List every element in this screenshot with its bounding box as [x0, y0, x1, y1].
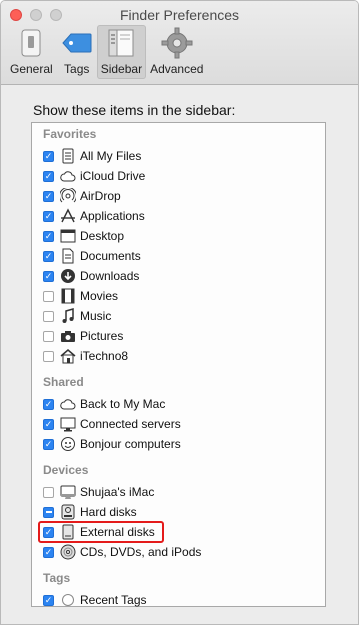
- title-bar: Finder Preferences General Tags Sidebar …: [1, 1, 358, 85]
- sidebar-option-hard-disks[interactable]: Hard disks: [43, 502, 313, 522]
- tab-general-label: General: [10, 62, 53, 76]
- section-title-shared: Shared: [43, 375, 84, 389]
- tag-circle-icon: [60, 592, 76, 608]
- tab-tags-label: Tags: [64, 62, 90, 76]
- sidebar-option-pictures[interactable]: Pictures: [43, 326, 313, 346]
- imac-icon: [60, 484, 76, 500]
- tab-sidebar[interactable]: Sidebar: [96, 25, 147, 79]
- bonjour-icon: [60, 436, 76, 452]
- checkbox-recent-tags[interactable]: ✓: [43, 594, 54, 606]
- tag-icon: [61, 27, 93, 59]
- sidebar-option-shujaa-s-imac[interactable]: Shujaa's iMac: [43, 482, 313, 502]
- gear-icon: [161, 27, 193, 59]
- checkbox-desktop[interactable]: ✓: [43, 230, 54, 242]
- cloud-icon: [60, 396, 76, 412]
- option-label: All My Files: [80, 149, 142, 163]
- checkbox-downloads[interactable]: ✓: [43, 270, 54, 282]
- sidebar-icon: [105, 27, 137, 59]
- checkbox-all-my-files[interactable]: ✓: [43, 150, 54, 162]
- sidebar-option-back-to-my-mac[interactable]: ✓ Back to My Mac: [43, 394, 313, 414]
- option-label: Music: [80, 309, 112, 323]
- sidebar-items-list[interactable]: Favorites ✓ All My Files ✓ iCloud Drive ✓ AirD…: [31, 122, 326, 607]
- cd-icon: [60, 544, 76, 560]
- hard-disk-icon: [60, 504, 76, 520]
- option-label: Desktop: [80, 229, 125, 243]
- sidebar-option-cds-dvds-and-ipods[interactable]: ✓ CDs, DVDs, and iPods: [43, 542, 313, 562]
- airdrop-icon: [60, 188, 76, 204]
- checkbox-cds-dvds-and-ipods[interactable]: ✓: [43, 546, 54, 558]
- option-label: iCloud Drive: [80, 169, 146, 183]
- option-label: Applications: [80, 209, 145, 223]
- checkbox-connected-servers[interactable]: ✓: [43, 418, 54, 430]
- section-title-favorites: Favorites: [43, 127, 97, 141]
- section-title-devices: Devices: [43, 463, 89, 477]
- option-label: Bonjour computers: [80, 437, 181, 451]
- tab-advanced-label: Advanced: [150, 62, 204, 76]
- checkbox-icloud-drive[interactable]: ✓: [43, 170, 54, 182]
- sidebar-option-desktop[interactable]: ✓ Desktop: [43, 226, 313, 246]
- option-label: Downloads: [80, 269, 140, 283]
- checkbox-airdrop[interactable]: ✓: [43, 190, 54, 202]
- option-label: Documents: [80, 249, 141, 263]
- checkbox-applications[interactable]: ✓: [43, 210, 54, 222]
- all-files-icon: [60, 148, 76, 164]
- downloads-icon: [60, 268, 76, 284]
- checkbox-bonjour-computers[interactable]: ✓: [43, 438, 54, 450]
- checkbox-hard-disks[interactable]: [43, 506, 54, 518]
- home-icon: [60, 348, 76, 364]
- pane-heading: Show these items in the sidebar:: [33, 102, 236, 118]
- option-label: Connected servers: [80, 417, 181, 431]
- window-title: Finder Preferences: [119, 7, 240, 23]
- option-label: iTechno8: [80, 349, 129, 363]
- option-label: Movies: [80, 289, 119, 303]
- section-title-tags: Tags: [43, 571, 71, 585]
- option-label: Back to My Mac: [80, 397, 166, 411]
- checkbox-shujaa-s-imac[interactable]: [43, 486, 54, 498]
- general-icon: [15, 27, 47, 59]
- highlight-box: [38, 521, 164, 543]
- sidebar-option-icloud-drive[interactable]: ✓ iCloud Drive: [43, 166, 313, 186]
- finder-preferences-window: Finder Preferences General Tags Sidebar …: [0, 0, 359, 625]
- sidebar-option-movies[interactable]: Movies: [43, 286, 313, 306]
- checkbox-back-to-my-mac[interactable]: ✓: [43, 398, 54, 410]
- option-label: CDs, DVDs, and iPods: [80, 545, 202, 559]
- documents-icon: [60, 248, 76, 264]
- checkbox-pictures[interactable]: [43, 330, 54, 342]
- camera-icon: [60, 328, 76, 344]
- option-label: AirDrop: [80, 189, 121, 203]
- tab-advanced[interactable]: Advanced: [146, 25, 207, 79]
- movies-icon: [60, 288, 76, 304]
- checkbox-documents[interactable]: ✓: [43, 250, 54, 262]
- checkbox-music[interactable]: [43, 310, 54, 322]
- music-icon: [60, 308, 76, 324]
- sidebar-option-recent-tags[interactable]: ✓ Recent Tags: [43, 590, 313, 610]
- checkbox-movies[interactable]: [43, 290, 54, 302]
- tab-tags[interactable]: Tags: [57, 25, 97, 79]
- sidebar-option-connected-servers[interactable]: ✓ Connected servers: [43, 414, 313, 434]
- sidebar-option-itechno8[interactable]: iTechno8: [43, 346, 313, 366]
- sidebar-option-applications[interactable]: ✓ Applications: [43, 206, 313, 226]
- option-label: Shujaa's iMac: [80, 485, 155, 499]
- sidebar-option-bonjour-computers[interactable]: ✓ Bonjour computers: [43, 434, 313, 454]
- preferences-toolbar: General Tags Sidebar Advanced: [6, 25, 207, 79]
- option-label: Recent Tags: [80, 593, 147, 607]
- monitor-icon: [60, 416, 76, 432]
- sidebar-option-all-my-files[interactable]: ✓ All My Files: [43, 146, 313, 166]
- tab-general[interactable]: General: [6, 25, 57, 79]
- checkbox-itechno8[interactable]: [43, 350, 54, 362]
- option-label: Pictures: [80, 329, 124, 343]
- sidebar-option-documents[interactable]: ✓ Documents: [43, 246, 313, 266]
- sidebar-option-downloads[interactable]: ✓ Downloads: [43, 266, 313, 286]
- applications-icon: [60, 208, 76, 224]
- desktop-icon: [60, 228, 76, 244]
- tab-sidebar-label: Sidebar: [100, 62, 143, 76]
- sidebar-option-music[interactable]: Music: [43, 306, 313, 326]
- sidebar-option-airdrop[interactable]: ✓ AirDrop: [43, 186, 313, 206]
- cloud-icon: [60, 168, 76, 184]
- option-label: Hard disks: [80, 505, 137, 519]
- sidebar-pane: Show these items in the sidebar: Favorit…: [1, 86, 358, 624]
